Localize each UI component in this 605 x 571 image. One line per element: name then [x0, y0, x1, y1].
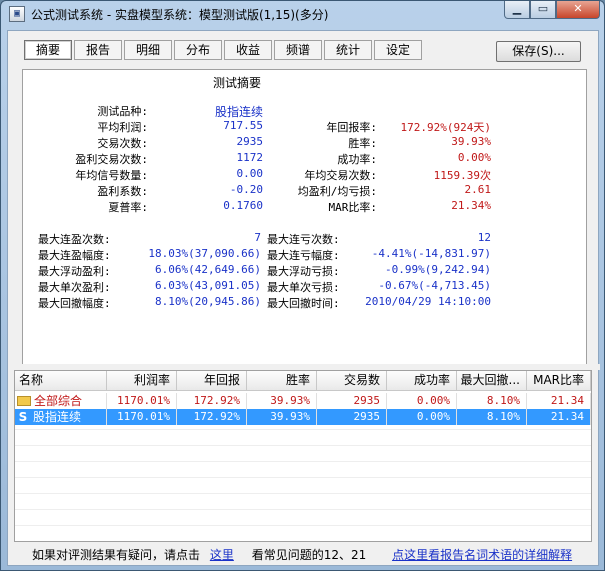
summary-label: MAR比率: — [328, 201, 378, 214]
summary-value: 0.1760 — [223, 199, 263, 212]
stats-value: 2010/04/29 14:10:00 — [365, 295, 491, 308]
table-cell: 0.00% — [387, 393, 457, 409]
stats-value: -0.99%(9,242.94) — [385, 263, 491, 276]
column-header-name[interactable]: 名称 — [15, 371, 107, 391]
save-button[interactable]: 保存(S)... — [496, 41, 581, 62]
table-row[interactable]: 全部综合 1170.01% 172.92% 39.93% 2935 0.00% … — [15, 393, 591, 409]
app-window: ▣ 公式测试系统 - 实盘模型系统：模型测试版(1,15)(多分) ▁ ▭ ✕ … — [0, 0, 605, 571]
summary-value: 2.61 — [464, 183, 492, 196]
summary-label: 均盈利/均亏损: — [297, 185, 377, 198]
column-header-annual-return[interactable]: 年回报 — [177, 371, 247, 391]
table-cell: 0.00% — [387, 409, 457, 425]
row-name: 全部综合 — [34, 394, 83, 408]
summary-label: 交易次数: — [97, 137, 148, 150]
table-cell: 8.10% — [457, 393, 527, 409]
summary-label: 胜率: — [348, 137, 377, 150]
results-table: 名称 利润率 年回报 胜率 交易数 成功率 最大回撤... MAR比率 全部综合… — [14, 370, 592, 542]
summary-label: 夏普率: — [108, 201, 148, 214]
stats-value: 6.03%(43,091.05) — [155, 279, 261, 292]
summary-label: 测试品种: — [97, 105, 148, 118]
status-faq-text: 看常见问题的12、21 — [251, 548, 367, 562]
summary-value: 2935 — [236, 135, 264, 148]
tab-returns[interactable]: 收益 — [224, 40, 272, 60]
stats-value: -4.41%(-14,831.97) — [371, 247, 491, 260]
summary-value-instrument: 股指连续 — [214, 105, 263, 119]
summary-label: 盈利交易次数: — [75, 153, 148, 166]
summary-value: 1159.39次 — [433, 169, 491, 182]
s-icon: S — [18, 410, 28, 424]
summary-title: 测试摘要 — [213, 76, 262, 90]
column-header-max-drawdown[interactable]: 最大回撤... — [457, 371, 527, 391]
table-cell: 8.10% — [457, 409, 527, 425]
help-link-here[interactable]: 这里 — [210, 548, 234, 562]
summary-value: 0.00 — [236, 167, 264, 180]
table-cell: 172.92% — [177, 393, 247, 409]
stats-value: 8.10%(20,945.86) — [155, 295, 261, 308]
summary-value: 39.93% — [451, 135, 491, 148]
tab-statistics[interactable]: 统计 — [324, 40, 372, 60]
summary-value: 21.34% — [451, 199, 491, 212]
app-icon: ▣ — [9, 6, 25, 22]
table-header: 名称 利润率 年回报 胜率 交易数 成功率 最大回撤... MAR比率 — [15, 371, 591, 391]
stats-value: 6.06%(42,649.66) — [155, 263, 261, 276]
summary-value: -0.20 — [229, 183, 263, 196]
table-cell: 1170.01% — [107, 393, 177, 409]
summary-label: 年回报率: — [326, 121, 377, 134]
tab-summary[interactable]: 摘要 — [24, 40, 72, 60]
column-header-trades[interactable]: 交易数 — [317, 371, 387, 391]
column-header-mar[interactable]: MAR比率 — [527, 371, 591, 391]
summary-value: 172.92%(924天) — [400, 121, 491, 134]
tab-detail[interactable]: 明细 — [124, 40, 172, 60]
column-header-win-rate[interactable]: 胜率 — [247, 371, 317, 391]
summary-label: 盈利系数: — [97, 185, 148, 198]
table-cell: 1170.01% — [107, 409, 177, 425]
column-header-profit[interactable]: 利润率 — [107, 371, 177, 391]
table-cell: 21.34 — [527, 393, 591, 409]
summary-value: 1172 — [236, 151, 264, 164]
summary-label: 平均利润: — [97, 121, 148, 134]
folder-icon — [17, 396, 31, 406]
tab-bar: 摘要 报告 明细 分布 收益 频谱 统计 设定 — [24, 40, 424, 60]
table-cell: 39.93% — [247, 409, 317, 425]
tab-spectrum[interactable]: 频谱 — [274, 40, 322, 60]
client-area: 摘要 报告 明细 分布 收益 频谱 统计 设定 保存(S)... 测试摘要 测试… — [7, 30, 600, 566]
column-header-success[interactable]: 成功率 — [387, 371, 457, 391]
summary-panel: 测试摘要 测试品种: 平均利润: 交易次数: 盈利交易次数: 年均信号数量: 盈… — [22, 69, 587, 390]
glossary-link[interactable]: 点这里看报告名词术语的详细解释 — [392, 548, 572, 562]
summary-label: 成功率: — [337, 153, 377, 166]
minimize-button[interactable]: ▁ — [504, 1, 530, 19]
tab-settings[interactable]: 设定 — [374, 40, 422, 60]
stats-value: 12 — [477, 231, 491, 244]
summary-label: 年均信号数量: — [75, 169, 148, 182]
table-cell: 39.93% — [247, 393, 317, 409]
summary-label: 年均交易次数: — [304, 169, 377, 182]
table-row-selected[interactable]: S 股指连续 1170.01% 172.92% 39.93% 2935 0.00%… — [15, 409, 591, 425]
row-name: 股指连续 — [33, 410, 82, 424]
summary-value: 0.00% — [457, 151, 491, 164]
status-bar: 如果对评测结果有疑问，请点击 这里 看常见问题的12、21 点这里看报告名词术语… — [32, 546, 572, 563]
table-cell: 172.92% — [177, 409, 247, 425]
tab-report[interactable]: 报告 — [74, 40, 122, 60]
close-button[interactable]: ✕ — [556, 1, 600, 19]
maximize-button[interactable]: ▭ — [530, 1, 556, 19]
stats-value: 18.03%(37,090.66) — [148, 247, 261, 260]
stats-value: 7 — [254, 231, 261, 244]
tab-distribution[interactable]: 分布 — [174, 40, 222, 60]
status-text: 如果对评测结果有疑问，请点击 — [32, 548, 201, 562]
table-cell: 21.34 — [527, 409, 591, 425]
empty-grid-area — [15, 429, 591, 541]
title-bar[interactable]: ▣ 公式测试系统 - 实盘模型系统：模型测试版(1,15)(多分) ▁ ▭ ✕ — [1, 1, 604, 27]
table-cell: 2935 — [317, 409, 387, 425]
table-cell: 2935 — [317, 393, 387, 409]
window-title: 公式测试系统 - 实盘模型系统：模型测试版(1,15)(多分) — [31, 8, 329, 22]
summary-value: 717.55 — [223, 119, 263, 132]
stats-value: -0.67%(-4,713.45) — [378, 279, 491, 292]
